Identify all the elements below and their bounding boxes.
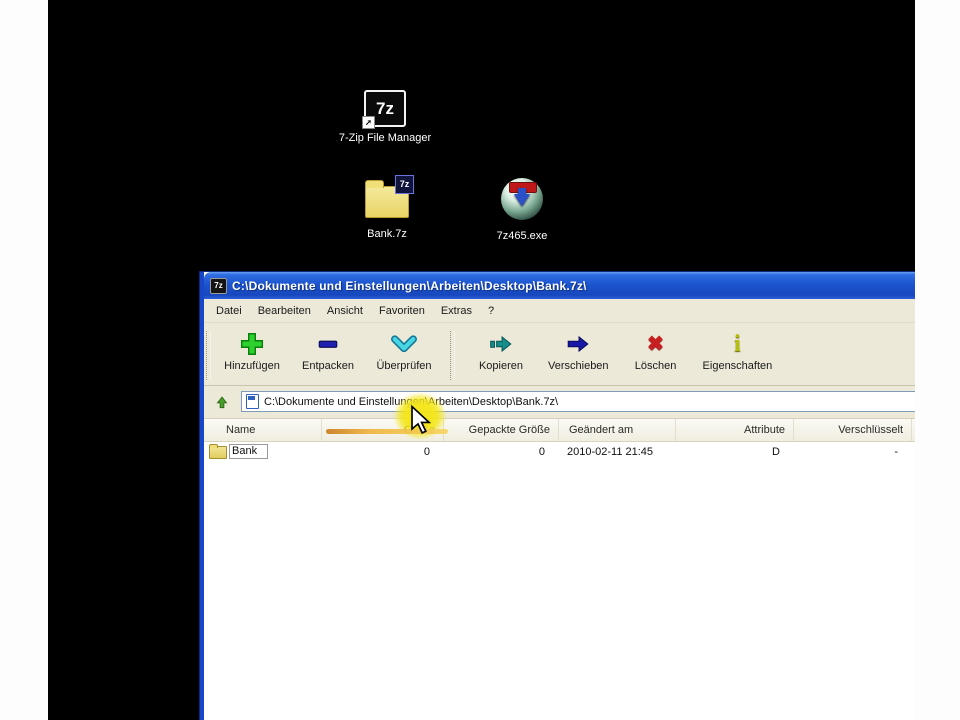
properties-button[interactable]: i Eigenschaften bbox=[694, 326, 782, 385]
copy-button[interactable]: Kopieren bbox=[463, 326, 539, 385]
window-titlebar[interactable]: 7z C:\Dokumente und Einstellungen\Arbeit… bbox=[204, 272, 915, 299]
7z-glyph: 7z bbox=[376, 99, 394, 118]
file-name: Bank bbox=[229, 444, 268, 459]
installer-globe-icon bbox=[501, 178, 543, 220]
folder-icon: 7z bbox=[365, 186, 409, 218]
toolbar-label: Überprüfen bbox=[376, 360, 431, 372]
column-header-name[interactable]: Name bbox=[204, 419, 322, 441]
file-name-cell[interactable]: Bank bbox=[204, 444, 322, 459]
toolbar-label: Verschieben bbox=[548, 360, 609, 372]
test-button[interactable]: Überprüfen bbox=[366, 326, 442, 385]
address-input[interactable]: C:\Dokumente und Einstellungen\Arbeiten\… bbox=[241, 391, 915, 412]
toolbar: Hinzufügen Entpacken Überprüfen bbox=[204, 323, 915, 386]
address-bar: C:\Dokumente und Einstellungen\Arbeiten\… bbox=[204, 386, 915, 419]
desktop-icon-7z-installer[interactable]: 7z465.exe bbox=[467, 178, 577, 242]
move-button[interactable]: Verschieben bbox=[539, 326, 618, 385]
7zip-titlebar-icon: 7z bbox=[210, 278, 227, 294]
up-arrow-icon bbox=[213, 393, 231, 411]
toolbar-label: Hinzufügen bbox=[224, 360, 280, 372]
menu-hilfe[interactable]: ? bbox=[480, 302, 502, 320]
toolbar-label: Löschen bbox=[635, 360, 677, 372]
up-one-level-button[interactable] bbox=[209, 391, 235, 412]
delete-button[interactable]: ✖ Löschen bbox=[618, 326, 694, 385]
extract-button[interactable]: Entpacken bbox=[290, 326, 366, 385]
7zip-window: 7z C:\Dokumente und Einstellungen\Arbeit… bbox=[200, 272, 915, 720]
column-header-packed-size[interactable]: Gepackte Größe bbox=[444, 419, 559, 441]
menu-bearbeiten[interactable]: Bearbeiten bbox=[250, 302, 319, 320]
desktop: 7z ➚ 7-Zip File Manager 7z Bank.7z 7z465… bbox=[48, 0, 915, 720]
check-icon bbox=[391, 329, 417, 359]
7zip-app-icon: 7z ➚ bbox=[364, 90, 406, 127]
copy-arrow-icon bbox=[488, 329, 514, 359]
desktop-icon-label: 7z465.exe bbox=[467, 230, 577, 242]
menu-ansicht[interactable]: Ansicht bbox=[319, 302, 371, 320]
archive-file-icon bbox=[246, 394, 259, 409]
7z-badge-icon: 7z bbox=[395, 175, 414, 194]
encrypted-cell: - bbox=[794, 446, 912, 458]
download-arrow-icon bbox=[514, 194, 530, 206]
table-row[interactable]: Bank 0 0 2010-02-11 21:45 D - bbox=[204, 442, 915, 461]
packed-size-cell: 0 bbox=[444, 446, 559, 458]
column-header-encrypted[interactable]: Verschlüsselt bbox=[794, 419, 912, 441]
column-header-attributes[interactable]: Attribute bbox=[676, 419, 794, 441]
attributes-cell: D bbox=[676, 446, 794, 458]
file-list-header: Name Größe Gepackte Größe Geändert am At… bbox=[204, 419, 915, 442]
toolbar-label: Eigenschaften bbox=[703, 360, 773, 372]
move-arrow-icon bbox=[565, 329, 591, 359]
toolbar-separator bbox=[450, 331, 455, 380]
mouse-cursor bbox=[410, 405, 432, 435]
desktop-icon-label: 7-Zip File Manager bbox=[330, 132, 440, 144]
menu-bar: Datei Bearbeiten Ansicht Favoriten Extra… bbox=[204, 299, 915, 323]
delete-x-icon: ✖ bbox=[647, 329, 664, 359]
modified-cell: 2010-02-11 21:45 bbox=[559, 446, 676, 458]
window-title: C:\Dokumente und Einstellungen\Arbeiten\… bbox=[232, 279, 587, 293]
toolbar-label: Kopieren bbox=[479, 360, 523, 372]
info-icon: i bbox=[734, 329, 741, 359]
desktop-icon-bank-archive[interactable]: 7z Bank.7z bbox=[332, 178, 442, 240]
toolbar-gripper bbox=[206, 331, 211, 380]
minus-icon bbox=[315, 329, 341, 359]
column-header-modified[interactable]: Geändert am bbox=[559, 419, 676, 441]
shortcut-arrow-icon: ➚ bbox=[362, 116, 375, 129]
menu-datei[interactable]: Datei bbox=[208, 302, 250, 320]
plus-icon bbox=[239, 329, 265, 359]
desktop-icon-7zip-file-manager[interactable]: 7z ➚ 7-Zip File Manager bbox=[330, 90, 440, 144]
folder-icon bbox=[209, 446, 227, 459]
menu-favoriten[interactable]: Favoriten bbox=[371, 302, 433, 320]
desktop-icon-label: Bank.7z bbox=[332, 228, 442, 240]
size-cell: 0 bbox=[322, 446, 444, 458]
column-header-filler bbox=[912, 419, 915, 441]
add-button[interactable]: Hinzufügen bbox=[214, 326, 290, 385]
menu-extras[interactable]: Extras bbox=[433, 302, 480, 320]
file-list: Bank 0 0 2010-02-11 21:45 D - bbox=[204, 442, 915, 720]
toolbar-label: Entpacken bbox=[302, 360, 354, 372]
